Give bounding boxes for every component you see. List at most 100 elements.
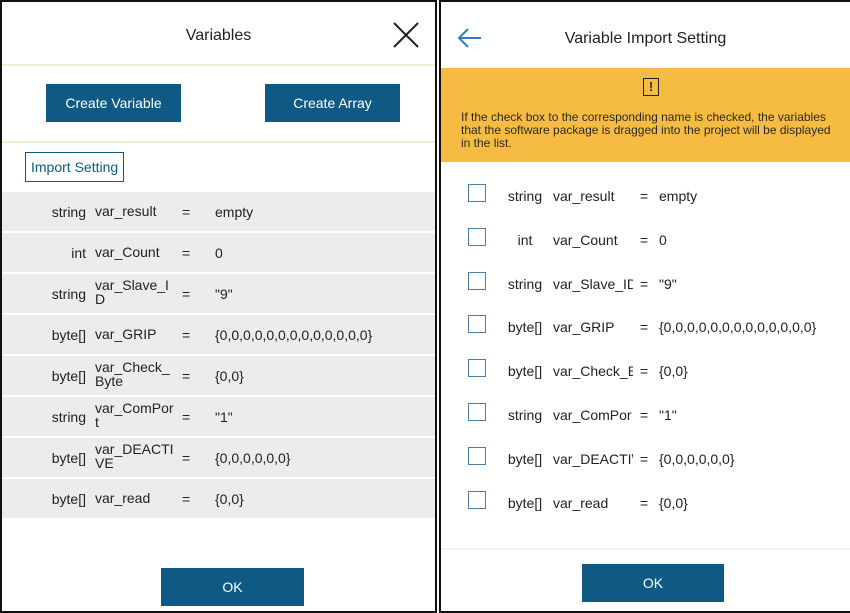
variable-name: var_GRIP — [553, 319, 615, 336]
variable-value: "9" — [215, 286, 233, 302]
equals-sign: = — [182, 368, 191, 384]
variable-type: string — [51, 409, 86, 425]
variable-type: byte[] — [507, 319, 543, 336]
variable-type: string — [507, 275, 543, 292]
checkbox[interactable] — [468, 490, 486, 509]
checkbox[interactable] — [468, 271, 486, 290]
equals-sign: = — [182, 245, 191, 261]
equals-sign: = — [640, 407, 649, 423]
list-item: byte[] var_GRIP = {0,0,0,0,0,0,0,0,0,0,0,0,… — [441, 311, 850, 341]
table-row[interactable]: byte[] var_Check_ Byte = {0,0} — [2, 356, 435, 395]
table-row[interactable]: string var_Slave_I D = "9" — [2, 274, 435, 313]
variable-name: var_result — [553, 188, 615, 204]
variable-name: var_Slave_ID — [553, 275, 633, 292]
variable-type: byte[] — [507, 450, 543, 467]
divider — [2, 141, 435, 143]
variable-import-setting-dialog: Variable Import Setting ! If the check b… — [439, 0, 850, 613]
equals-sign: = — [182, 491, 191, 507]
close-icon[interactable] — [391, 20, 421, 50]
variable-name: var_Slave_ID — [95, 277, 169, 307]
table-row[interactable]: byte[] var_GRIP = {0,0,0,0,0,0,0,0,0,0,0,0,… — [2, 315, 435, 354]
checkbox[interactable] — [468, 315, 486, 334]
variable-value: empty — [215, 204, 254, 220]
variable-value: "1" — [659, 407, 677, 423]
variable-value: {0,0,0,0,0,0,0,0,0,0,0,0,0} — [659, 319, 817, 336]
variable-value: {0,0} — [215, 368, 244, 384]
dialog-title: Variables — [185, 27, 252, 44]
variable-name: var_ComPor — [553, 407, 632, 423]
variable-name: var_DEACTI\ — [553, 450, 633, 467]
warning-icon: ! — [643, 78, 659, 96]
ok-button[interactable]: OK — [582, 564, 724, 602]
equals-sign: = — [640, 319, 649, 336]
equals-sign: = — [640, 231, 649, 248]
variable-name: var_Count — [553, 231, 618, 248]
equals-sign: = — [182, 327, 191, 343]
equals-sign: = — [182, 204, 191, 220]
list-item: string var_Slave_ID = "9" — [441, 268, 850, 298]
import-setting-button[interactable]: Import Setting — [25, 152, 125, 182]
list-item: string var_ComPor = "1" — [441, 399, 850, 429]
variable-type: byte[] — [51, 327, 86, 343]
list-item: byte[] var_read = {0,0} — [441, 487, 850, 517]
equals-sign: = — [640, 494, 649, 511]
list-item: int var_Count = 0 — [441, 224, 850, 254]
equals-sign: = — [640, 450, 649, 467]
variable-value: "9" — [659, 275, 677, 292]
variable-type: string — [507, 407, 543, 423]
warning-banner: ! If the check box to the corresponding … — [441, 68, 850, 162]
variable-type: byte[] — [51, 491, 86, 507]
variable-type: int — [517, 231, 533, 248]
variables-dialog: Variables Create Variable Create Array I… — [0, 0, 437, 613]
table-row[interactable]: string var_ComPor t = "1" — [2, 397, 435, 436]
list-item: byte[] var_Check_B = {0,0} — [441, 355, 850, 385]
divider — [2, 64, 435, 66]
variable-type: string — [51, 204, 86, 220]
variable-value: {0,0,0,0,0,0} — [659, 450, 735, 467]
variable-value: {0,0,0,0,0,0,0,0,0,0,0,0,0} — [215, 327, 373, 343]
variable-name: var_Check_ Byte — [95, 359, 170, 389]
equals-sign: = — [182, 409, 191, 425]
table-row[interactable]: int var_Count = 0 — [2, 233, 435, 272]
checkbox[interactable] — [468, 446, 486, 465]
variable-value: {0,0} — [659, 494, 688, 511]
table-row[interactable]: string var_result = empty — [2, 192, 435, 231]
checkbox[interactable] — [468, 227, 486, 246]
equals-sign: = — [640, 188, 649, 204]
create-array-button[interactable]: Create Array — [265, 84, 400, 122]
variable-type: string — [51, 286, 86, 302]
dialog-title: Variable Import Setting — [564, 30, 727, 47]
variable-name: var_Check_B — [553, 363, 633, 380]
variable-value: "1" — [215, 409, 233, 425]
list-item: string var_result = empty — [441, 180, 850, 210]
variable-type: byte[] — [51, 368, 86, 384]
variable-name: var_DEACTI VE — [95, 441, 174, 471]
equals-sign: = — [640, 275, 649, 292]
create-variable-button[interactable]: Create Variable — [46, 84, 181, 122]
variable-name: var_result — [95, 203, 157, 219]
checkbox[interactable] — [468, 184, 486, 202]
checkbox[interactable] — [468, 359, 486, 378]
variable-value: 0 — [215, 245, 223, 261]
variable-value: {0,0,0,0,0,0} — [215, 450, 291, 466]
list-item: byte[] var_DEACTI\ = {0,0,0,0,0,0} — [441, 443, 850, 473]
variable-type: byte[] — [51, 450, 86, 466]
variable-value: {0,0} — [659, 363, 688, 380]
variable-type: int — [71, 245, 86, 261]
equals-sign: = — [640, 363, 649, 380]
equals-sign: = — [182, 286, 191, 302]
variable-name: var_Count — [95, 244, 160, 260]
ok-button[interactable]: OK — [161, 568, 304, 606]
checkbox[interactable] — [468, 403, 486, 421]
table-row[interactable]: byte[] var_read = {0,0} — [2, 479, 435, 518]
variable-type: byte[] — [507, 363, 543, 380]
equals-sign: = — [182, 450, 191, 466]
variable-value: 0 — [659, 231, 667, 248]
variable-value: {0,0} — [215, 491, 244, 507]
variable-name: var_GRIP — [95, 326, 157, 342]
variable-type: byte[] — [507, 494, 543, 511]
variable-name: var_read — [95, 490, 151, 506]
table-row[interactable]: byte[] var_DEACTI VE = {0,0,0,0,0,0} — [2, 438, 435, 477]
variable-name: var_read — [553, 494, 609, 511]
divider — [441, 548, 850, 550]
